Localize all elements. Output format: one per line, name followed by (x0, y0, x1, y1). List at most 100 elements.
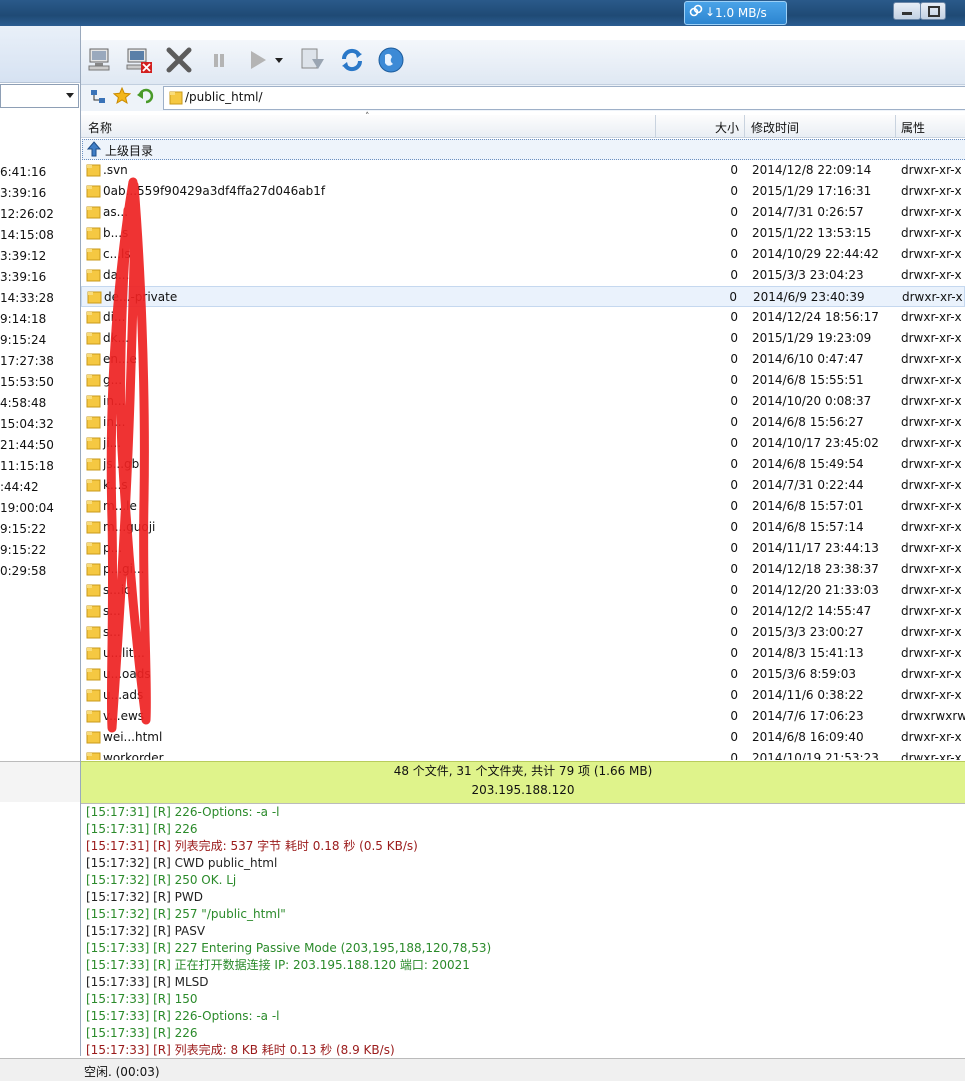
local-file-time: 4:58:48 (0, 396, 47, 410)
local-file-time: 6:41:16 (0, 165, 47, 179)
maximize-icon (928, 6, 940, 17)
file-attrs: drwxr-xr-x (902, 290, 963, 304)
file-attrs: drwxr-xr-x (901, 541, 962, 555)
browser-button[interactable] (375, 44, 407, 76)
folder-icon (86, 542, 101, 555)
file-row[interactable]: di... 0 2014/12/24 18:56:17 drwxr-xr-x (81, 307, 965, 328)
column-modified[interactable]: 修改时间 (751, 119, 799, 136)
column-attributes[interactable]: 属性 (901, 119, 925, 136)
refresh-button[interactable] (336, 44, 368, 76)
file-row[interactable]: ji... 0 2014/10/17 23:45:02 drwxr-xr-x (81, 433, 965, 454)
file-row[interactable]: u...oads 0 2015/3/6 8:59:03 drwxr-xr-x (81, 664, 965, 685)
file-modified: 2014/12/18 23:38:37 (752, 562, 879, 576)
file-row[interactable]: k...s 0 2014/7/31 0:22:44 drwxr-xr-x (81, 475, 965, 496)
log-panel[interactable]: [15:17:31] [R] 226-Options: -a -l [15:17:… (81, 803, 965, 1059)
file-row[interactable]: .svn 0 2014/12/8 22:09:14 drwxr-xr-x (81, 160, 965, 181)
folder-icon (86, 395, 101, 408)
local-file-time: 3:39:16 (0, 270, 47, 284)
minimize-icon (902, 12, 912, 15)
folder-icon (86, 668, 101, 681)
file-row[interactable]: s...ic 0 2014/12/20 21:33:03 drwxr-xr-x (81, 580, 965, 601)
file-attrs: drwxr-xr-x (901, 625, 962, 639)
sort-ascending-icon: ˄ (365, 112, 370, 122)
file-row[interactable]: s... 0 2014/12/2 14:55:47 drwxr-xr-x (81, 601, 965, 622)
speed-indicator[interactable]: ↓ 1.0 MB/s (684, 1, 787, 25)
star-icon (112, 86, 132, 105)
file-name: p... (103, 541, 123, 555)
log-line: [15:17:31] [R] 226 (86, 822, 198, 836)
folder-icon (86, 584, 101, 597)
file-name: u...lit... (103, 646, 145, 660)
parent-directory-row[interactable]: 上级目录 (82, 139, 965, 160)
file-row[interactable]: g... 0 2014/6/8 15:55:51 drwxr-xr-x (81, 370, 965, 391)
file-row[interactable]: m...le 0 2014/6/8 15:57:01 drwxr-xr-x (81, 496, 965, 517)
back-arrow-icon (137, 88, 154, 104)
file-name: wei...html (103, 730, 163, 744)
file-row[interactable]: c...ls 0 2014/10/29 22:44:42 drwxr-xr-x (81, 244, 965, 265)
local-file-time: 21:44:50 (0, 438, 54, 452)
site-manager-button[interactable] (89, 88, 107, 106)
local-file-time: 0:29:58 (0, 564, 47, 578)
close-icon (166, 47, 192, 73)
connect-button[interactable] (85, 44, 117, 76)
transfer-button[interactable] (297, 44, 329, 76)
chevron-down-icon (275, 57, 283, 63)
file-row[interactable]: de...-private 0 2014/6/9 23:40:39 drwxr-xr-… (81, 286, 965, 307)
minimize-button[interactable] (893, 2, 921, 20)
remote-file-list[interactable]: .svn 0 2014/12/8 22:09:14 drwxr-xr-x 0ab...5… (81, 160, 965, 760)
folder-icon (87, 291, 102, 304)
file-row[interactable]: in... 0 2014/6/8 15:56:27 drwxr-xr-x (81, 412, 965, 433)
file-name: p...gi... (103, 562, 145, 576)
log-line: [15:17:33] [R] 150 (86, 992, 198, 1006)
local-file-times: 6:41:16 3:39:16 12:26:02 14:15:08 3:39:12 3:3… (0, 162, 80, 582)
column-size[interactable]: 大小 (715, 119, 739, 136)
favorites-button[interactable] (112, 86, 132, 105)
file-row[interactable]: p...gi... 0 2014/12/18 23:38:37 drwxr-xr-x (81, 559, 965, 580)
abort-button[interactable] (163, 44, 195, 76)
go-up-button[interactable] (137, 87, 155, 105)
computer-disconnect-icon (126, 48, 152, 73)
file-row[interactable]: as... 0 2014/7/31 0:26:57 drwxr-xr-x (81, 202, 965, 223)
file-row[interactable]: 0ab...559f90429a3df4ffa27d046ab1f 0 2015/1… (81, 181, 965, 202)
disconnect-button[interactable] (123, 44, 155, 76)
folder-icon (86, 437, 101, 450)
file-row[interactable]: v...ews 0 2014/7/6 17:06:23 drwxrwxrwx (81, 706, 965, 727)
file-row[interactable]: da... 0 2015/3/3 23:04:23 drwxr-xr-x (81, 265, 965, 286)
file-row[interactable]: p... 0 2014/11/17 23:44:13 drwxr-xr-x (81, 538, 965, 559)
folder-icon (86, 206, 101, 219)
file-row[interactable]: in... 0 2014/10/20 0:08:37 drwxr-xr-x (81, 391, 965, 412)
pause-button[interactable] (203, 44, 235, 76)
local-drive-select[interactable] (0, 84, 79, 108)
file-row[interactable]: workorder 0 2014/10/19 21:53:23 drwxr-xr-x (81, 748, 965, 760)
file-row[interactable]: b...s 0 2015/1/22 13:53:15 drwxr-xr-x (81, 223, 965, 244)
remote-path-input[interactable] (163, 86, 965, 110)
file-row[interactable]: u...ads 0 2014/11/6 0:38:22 drwxr-xr-x (81, 685, 965, 706)
folder-icon (86, 353, 101, 366)
file-size: 0 (730, 184, 738, 198)
file-name: .svn (103, 163, 128, 177)
file-row[interactable]: u...lit... 0 2014/8/3 15:41:13 drwxr-xr-x (81, 643, 965, 664)
file-name: m...guoji (103, 520, 156, 534)
file-row[interactable]: en...e 0 2014/6/10 0:47:47 drwxr-xr-x (81, 349, 965, 370)
queue-options-dropdown[interactable] (271, 44, 287, 76)
column-name[interactable]: 名称 (88, 119, 112, 136)
file-row[interactable]: js...gb 0 2014/6/8 15:49:54 drwxr-xr-x (81, 454, 965, 475)
folder-icon (86, 647, 101, 660)
file-size: 0 (730, 373, 738, 387)
file-modified: 2014/7/31 0:26:57 (752, 205, 864, 219)
file-modified: 2015/3/3 23:04:23 (752, 268, 864, 282)
local-file-time: 3:39:16 (0, 186, 47, 200)
file-name: in... (103, 415, 126, 429)
start-queue-button[interactable] (241, 44, 273, 76)
maximize-button[interactable] (920, 2, 946, 20)
file-attrs: drwxr-xr-x (901, 310, 962, 324)
log-line: [15:17:32] [R] CWD public_html (86, 856, 278, 870)
log-line: [15:17:31] [R] 列表完成: 537 字节 耗时 0.18 秒 (0… (86, 839, 418, 853)
file-row[interactable]: dk... 0 2015/1/29 19:23:09 drwxr-xr-x (81, 328, 965, 349)
file-name: g... (103, 373, 123, 387)
file-modified: 2014/10/20 0:08:37 (752, 394, 872, 408)
file-row[interactable]: wei...html 0 2014/6/8 16:09:40 drwxr-xr-x (81, 727, 965, 748)
log-line: [15:17:32] [R] 257 "/public_html" (86, 907, 286, 921)
file-row[interactable]: m...guoji 0 2014/6/8 15:57:14 drwxr-xr-x (81, 517, 965, 538)
file-row[interactable]: s... 0 2015/3/3 23:00:27 drwxr-xr-x (81, 622, 965, 643)
